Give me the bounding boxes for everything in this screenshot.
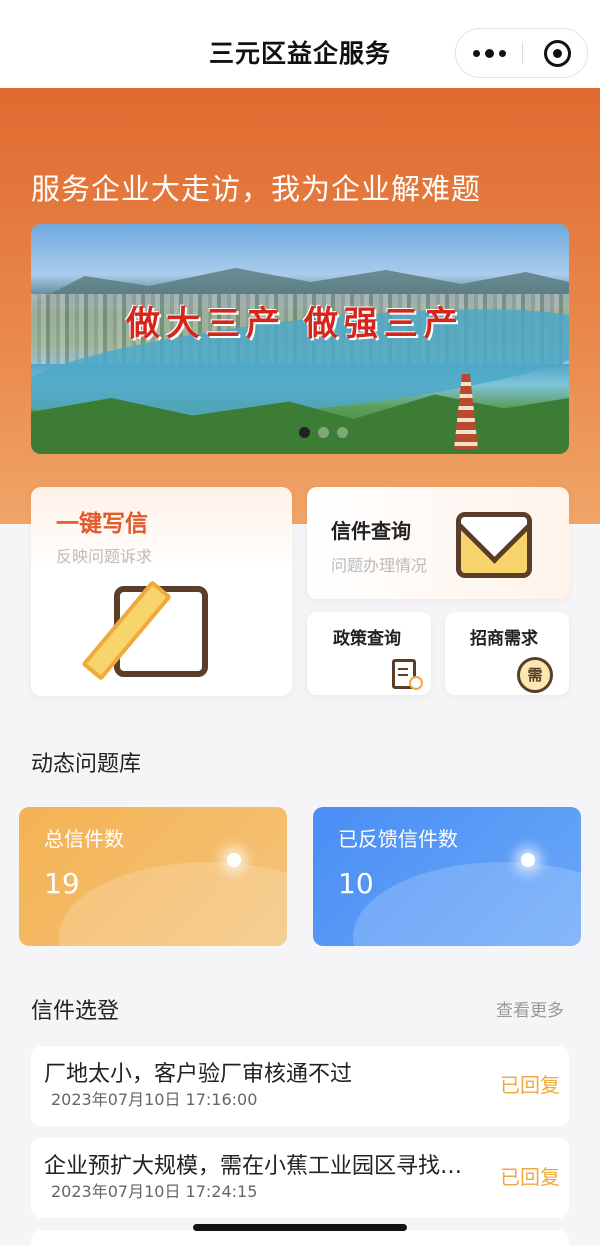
letter-query-sub: 问题办理情况 <box>331 556 428 575</box>
navbar: 三元区益企服务 <box>0 0 600 88</box>
carousel-dot[interactable] <box>337 427 348 438</box>
investment-demand-label: 招商需求 <box>470 629 538 649</box>
wave-decoration <box>353 862 581 946</box>
total-letters-label: 总信件数 <box>44 827 124 851</box>
letter-title: 企业预扩大规模，需在小蕉工业园区寻找合适厂房 <box>44 1154 464 1179</box>
carousel-dot-active[interactable] <box>299 427 310 438</box>
letter-date: 2023年07月10日 17:24:15 <box>51 1182 258 1201</box>
banner-carousel[interactable]: 做大三产 做强三产 <box>31 224 569 454</box>
replied-letters-count: 10 <box>338 867 374 900</box>
letter-item-partial[interactable] <box>31 1230 569 1245</box>
need-icon: 需 <box>517 657 553 693</box>
glow-dot <box>227 853 241 867</box>
hero-slogan: 服务企业大走访，我为企业解难题 <box>31 172 482 206</box>
document-icon <box>392 659 423 690</box>
glow-dot <box>521 853 535 867</box>
published-letters-title: 信件选登 <box>31 999 120 1024</box>
carousel-indicator <box>299 427 348 438</box>
replied-letters-label: 已反馈信件数 <box>338 827 458 851</box>
letter-query-label: 信件查询 <box>331 519 411 543</box>
envelope-icon <box>456 512 532 578</box>
home-indicator <box>193 1224 407 1231</box>
total-letters-card[interactable]: 总信件数 19 <box>19 807 287 946</box>
letter-item[interactable]: 厂地太小，客户验厂审核通不过 2023年07月10日 17:16:00 已回复 <box>31 1046 569 1126</box>
letter-status: 已回复 <box>500 1165 560 1189</box>
close-target-icon[interactable] <box>544 40 571 67</box>
write-letter-sub: 反映问题诉求 <box>56 547 153 566</box>
banner-caption: 做大三产 做强三产 <box>126 304 464 344</box>
capsule-divider <box>522 42 523 64</box>
view-more-link[interactable]: 查看更多 <box>496 996 564 1021</box>
wave-decoration <box>59 862 287 946</box>
letter-status: 已回复 <box>500 1073 560 1097</box>
more-icon[interactable] <box>456 29 522 77</box>
letter-item[interactable]: 企业预扩大规模，需在小蕉工业园区寻找合适厂房 2023年07月10日 17:24… <box>31 1138 569 1218</box>
mini-program-capsule <box>455 28 588 78</box>
letter-date: 2023年07月10日 17:16:00 <box>51 1090 258 1109</box>
dynamic-library-title: 动态问题库 <box>31 752 142 777</box>
total-letters-count: 19 <box>44 867 80 900</box>
carousel-dot[interactable] <box>318 427 329 438</box>
letter-title: 厂地太小，客户验厂审核通不过 <box>44 1062 353 1087</box>
replied-letters-card[interactable]: 已反馈信件数 10 <box>313 807 581 946</box>
write-letter-label: 一键写信 <box>56 511 148 537</box>
policy-query-label: 政策查询 <box>333 629 401 649</box>
